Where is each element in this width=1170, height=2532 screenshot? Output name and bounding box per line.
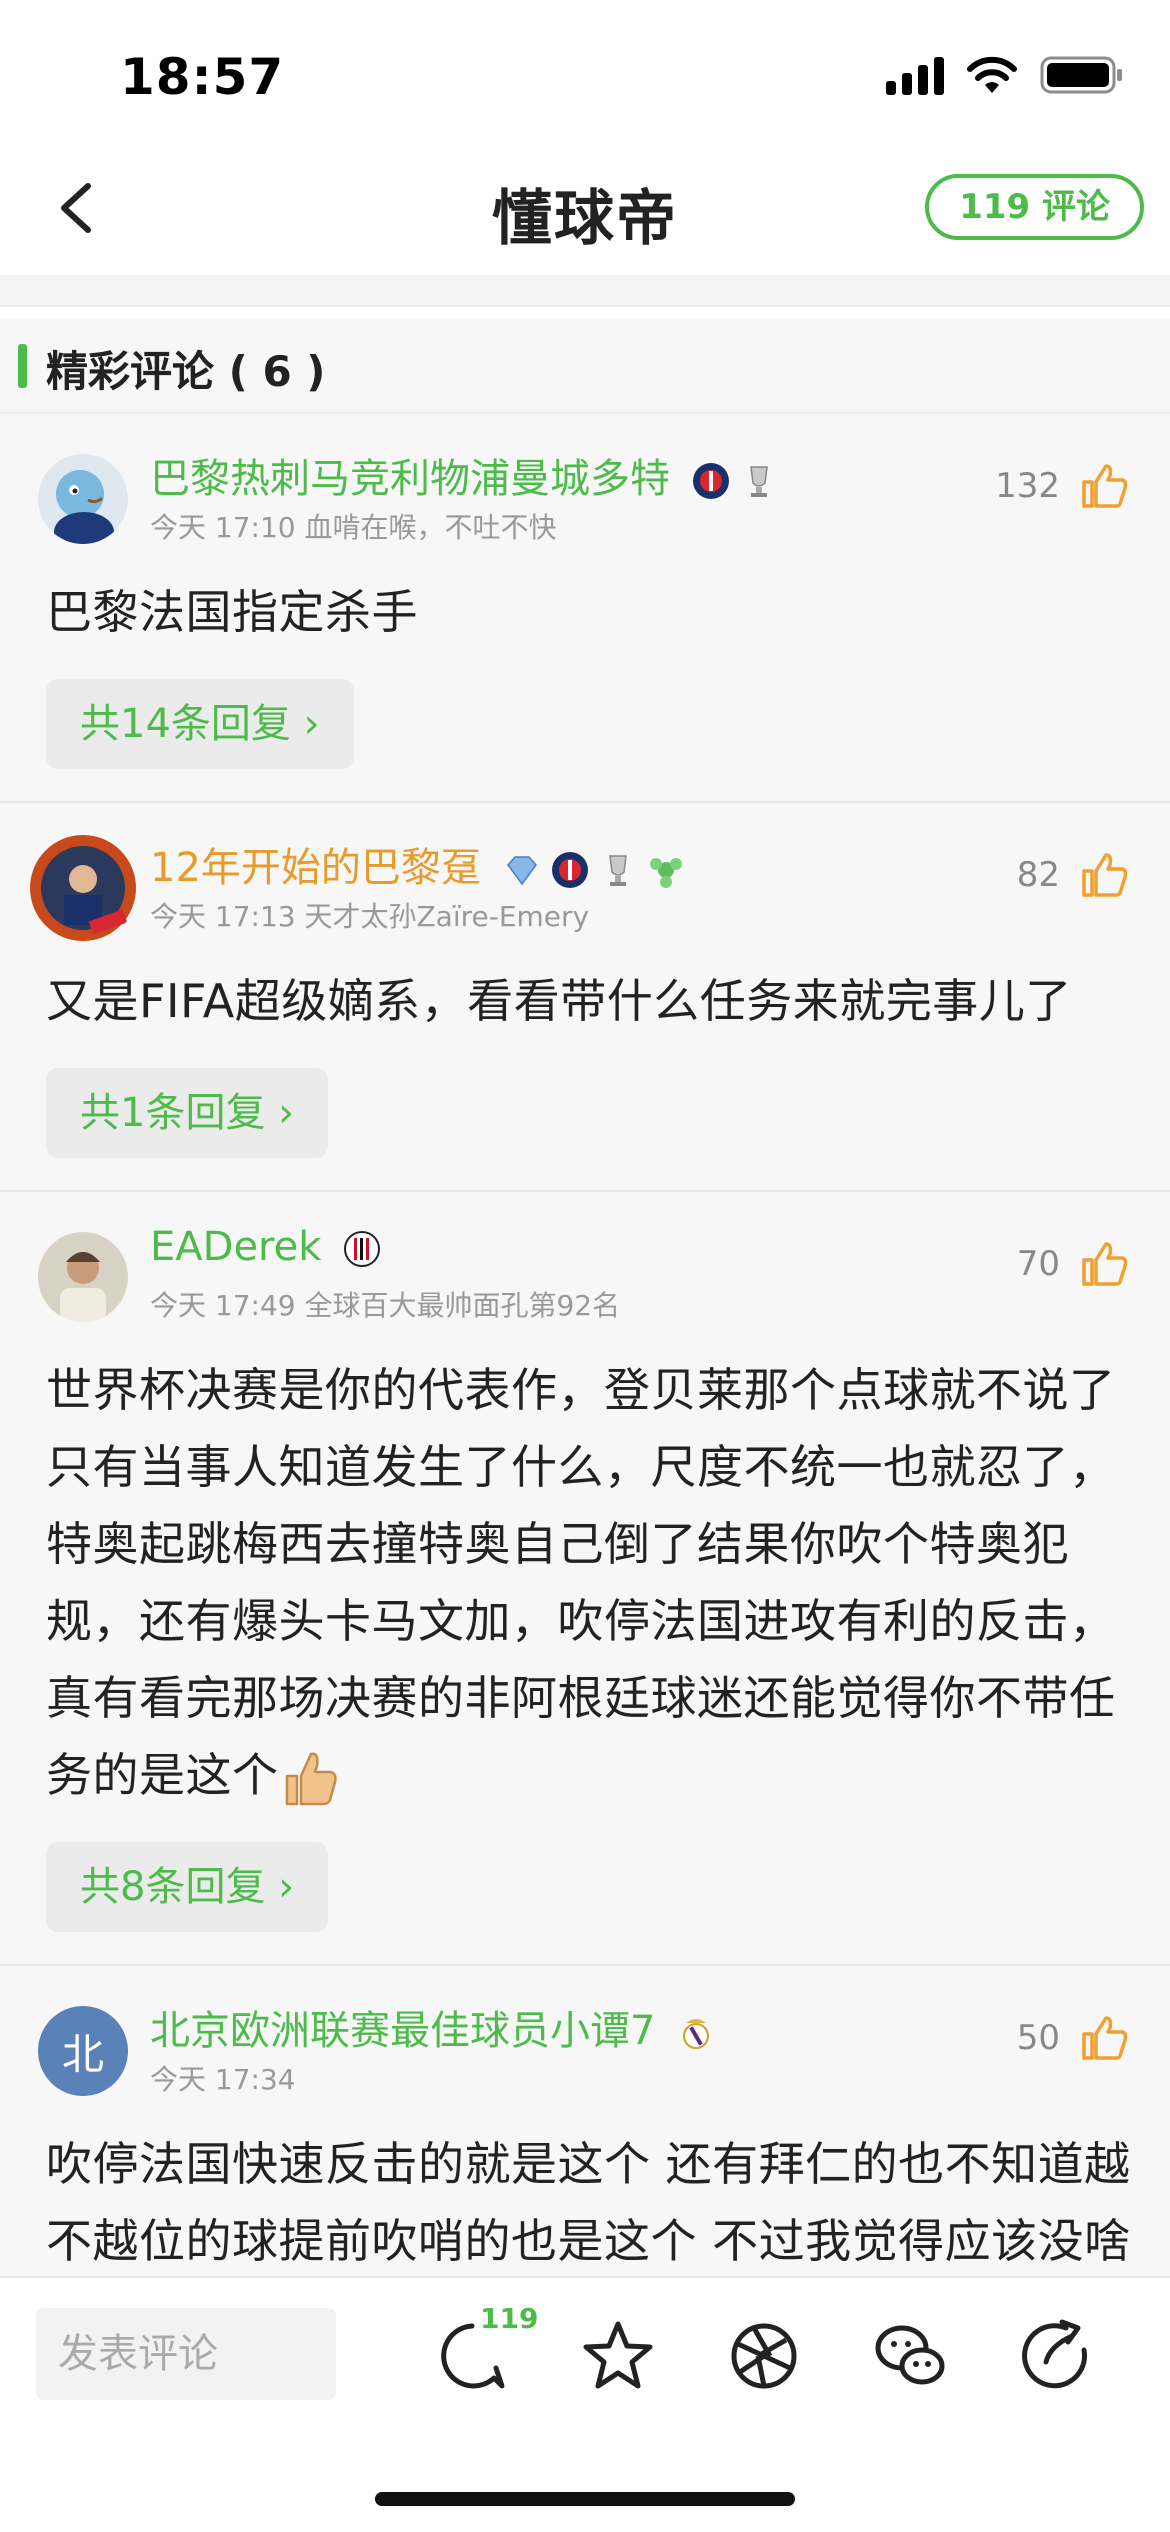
- comment-meta: 今天 17:10 血啃在喉，不吐不快: [150, 511, 557, 544]
- thumbs-up-icon: [1082, 464, 1128, 508]
- comment-meta: 今天 17:49 全球百大最帅面孔第92名: [150, 1289, 621, 1322]
- thumbs-up-emoji-icon: [285, 1752, 337, 1805]
- comment-count-badge: 119: [480, 2302, 539, 2335]
- view-replies-button[interactable]: 共14条回复 ›: [46, 679, 354, 769]
- diamond-icon: [506, 856, 537, 886]
- comment-count-button[interactable]: 119 评论: [925, 174, 1144, 240]
- avatar-image-icon: [38, 454, 128, 544]
- avatar-initial: 北: [61, 2029, 104, 2079]
- like-count: 50: [1016, 2018, 1060, 2058]
- comment-meta: 今天 17:13 天才太孙Zaïre-Emery: [150, 900, 590, 933]
- view-replies-button[interactable]: 共1条回复 ›: [46, 1068, 329, 1158]
- section-header: 精彩评论 ( 6 ): [0, 318, 1170, 414]
- username[interactable]: EADerek: [150, 1224, 382, 1270]
- comment-input[interactable]: [36, 2308, 336, 2400]
- ac-milan-crest-icon: [344, 1231, 381, 1267]
- thumbs-up-icon: [1082, 853, 1128, 897]
- status-bar: 18:57: [0, 0, 1170, 150]
- avatar[interactable]: [28, 833, 138, 943]
- comment-text: 吹停法国快速反击的就是这个 还有拜仁的也不知道越不越位的球提前吹哨的也是这个 不…: [46, 2137, 1131, 2268]
- favorite-star-icon[interactable]: [578, 2316, 658, 2396]
- wechat-share-icon[interactable]: [870, 2316, 950, 2396]
- like-button[interactable]: 50: [1017, 2012, 1130, 2064]
- like-button[interactable]: 82: [1017, 849, 1130, 901]
- green-emblem-icon: [649, 858, 682, 888]
- page: 18:57 懂球帝 119 评论 精彩评论 ( 6 ) 巴黎热刺马竞利物浦曼城多…: [0, 0, 1170, 2532]
- home-indicator: [375, 2492, 795, 2506]
- psg-crest-icon: [692, 463, 729, 499]
- wifi-icon: [967, 56, 1017, 93]
- like-count: 82: [1016, 855, 1060, 895]
- view-replies-button[interactable]: 共8条回复 ›: [46, 1842, 329, 1932]
- share-icon[interactable]: [1016, 2316, 1096, 2396]
- comment-list[interactable]: 巴黎热刺马竞利物浦曼城多特 今天 17:10 血啃在喉，不吐不快 132 巴黎法…: [0, 414, 1170, 2276]
- comment-text: 巴黎法国指定杀手: [46, 585, 418, 639]
- trophy-icon: [608, 855, 627, 886]
- avatar[interactable]: [38, 454, 128, 544]
- nav-bar: 懂球帝 119 评论: [0, 140, 1170, 275]
- section-title: 精彩评论 ( 6 ): [46, 347, 326, 396]
- comment-item[interactable]: EADerek 今天 17:49 全球百大最帅面孔第92名 70 世界杯决赛是你…: [0, 1192, 1170, 1966]
- moments-share-icon[interactable]: [724, 2316, 804, 2396]
- like-button[interactable]: 70: [1017, 1238, 1130, 1290]
- trophy-icon: [749, 466, 768, 497]
- status-time: 18:57: [120, 48, 285, 106]
- cellular-signal-icon: [886, 55, 944, 95]
- real-madrid-crest-icon: [683, 2019, 710, 2049]
- like-count: 132: [995, 466, 1060, 506]
- comment-item[interactable]: 12年开始的巴黎趸 今天 17:13 天才太孙Zaïre-Emery 82 又是…: [0, 803, 1170, 1192]
- like-count: 70: [1016, 1244, 1060, 1284]
- divider: [0, 275, 1170, 307]
- comment-text: 又是FIFA超级嫡系，看看带什么任务来就完事儿了: [46, 974, 1072, 1028]
- avatar[interactable]: [38, 1232, 128, 1322]
- thumbs-up-icon: [1082, 2016, 1128, 2060]
- username[interactable]: 北京欧洲联赛最佳球员小谭7: [150, 1998, 716, 2056]
- username[interactable]: 12年开始的巴黎趸: [150, 835, 686, 893]
- thumbs-up-icon: [1082, 1242, 1128, 1286]
- section-accent-bar: [18, 344, 27, 388]
- battery-icon: [1040, 56, 1122, 94]
- bottom-toolbar: 119: [0, 2276, 1170, 2532]
- comments-button[interactable]: 119: [432, 2302, 538, 2396]
- status-icons: [886, 55, 1124, 95]
- like-button[interactable]: 132: [995, 460, 1130, 512]
- comment-meta: 今天 17:34: [150, 2063, 296, 2096]
- comment-item[interactable]: 北 北京欧洲联赛最佳球员小谭7 今天 17:34 50 吹停法国快速反击的就是这…: [0, 1966, 1170, 2276]
- comment-text: 世界杯决赛是你的代表作，登贝莱那个点球就不说了只有当事人知道发生了什么，尺度不统…: [0, 1338, 1170, 1814]
- avatar-image-icon: [30, 835, 136, 941]
- comment-item[interactable]: 巴黎热刺马竞利物浦曼城多特 今天 17:10 血啃在喉，不吐不快 132 巴黎法…: [0, 414, 1170, 803]
- username[interactable]: 巴黎热刺马竞利物浦曼城多特: [150, 446, 779, 504]
- avatar[interactable]: 北: [38, 2006, 128, 2096]
- psg-crest-icon: [551, 852, 588, 888]
- avatar-image-icon: [38, 1232, 128, 1322]
